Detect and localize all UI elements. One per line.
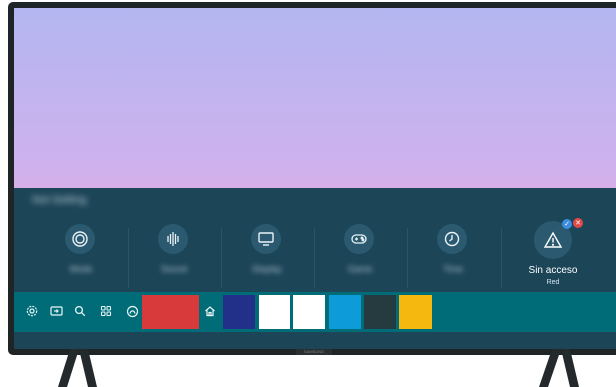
app-tile[interactable] [223, 295, 255, 329]
network-alert-tile[interactable]: ✓ ✕ Sin acceso Red [519, 218, 609, 290]
app-tile[interactable] [364, 295, 396, 329]
tile-mode[interactable]: Mode [36, 220, 126, 292]
alert-title: Sin acceso [528, 265, 578, 276]
app-tile[interactable] [399, 295, 432, 329]
divider [501, 228, 502, 288]
app-tile[interactable] [293, 295, 325, 329]
tv-icon [251, 224, 281, 254]
clock-icon [437, 224, 467, 254]
app-tile[interactable] [142, 295, 199, 329]
tile-label: Display [252, 264, 282, 274]
tile-display[interactable]: Display [222, 220, 312, 292]
gamepad-icon [344, 224, 374, 254]
search-icon[interactable] [73, 304, 87, 318]
smart-hub-bar [14, 292, 616, 332]
settings-circle-icon [65, 224, 95, 254]
tv-screen: Not Setting Mode Sound Display Game Time… [14, 8, 616, 349]
tile-label: Game [347, 264, 373, 274]
tile-label: Sound [160, 264, 188, 274]
source-icon[interactable] [49, 304, 63, 318]
tv-stand [58, 349, 579, 387]
settings-icon[interactable] [25, 304, 39, 318]
panel-title: Not Setting [32, 194, 87, 206]
tile-game[interactable]: Game [315, 220, 405, 292]
tile-time[interactable]: Time [408, 220, 498, 292]
tile-label: Time [443, 264, 463, 274]
home-icon[interactable] [203, 304, 217, 318]
app-tile[interactable] [259, 295, 290, 329]
ambient-icon[interactable] [125, 304, 139, 318]
alert-subtitle: Red [546, 279, 560, 286]
app-tile[interactable] [329, 295, 361, 329]
apps-icon[interactable] [99, 304, 113, 318]
check-badge-icon: ✓ [562, 219, 572, 229]
tile-label: Mode [69, 264, 93, 274]
error-badge-icon: ✕ [573, 218, 583, 228]
tile-sound[interactable]: Sound [129, 220, 219, 292]
sound-wave-icon [158, 224, 188, 254]
